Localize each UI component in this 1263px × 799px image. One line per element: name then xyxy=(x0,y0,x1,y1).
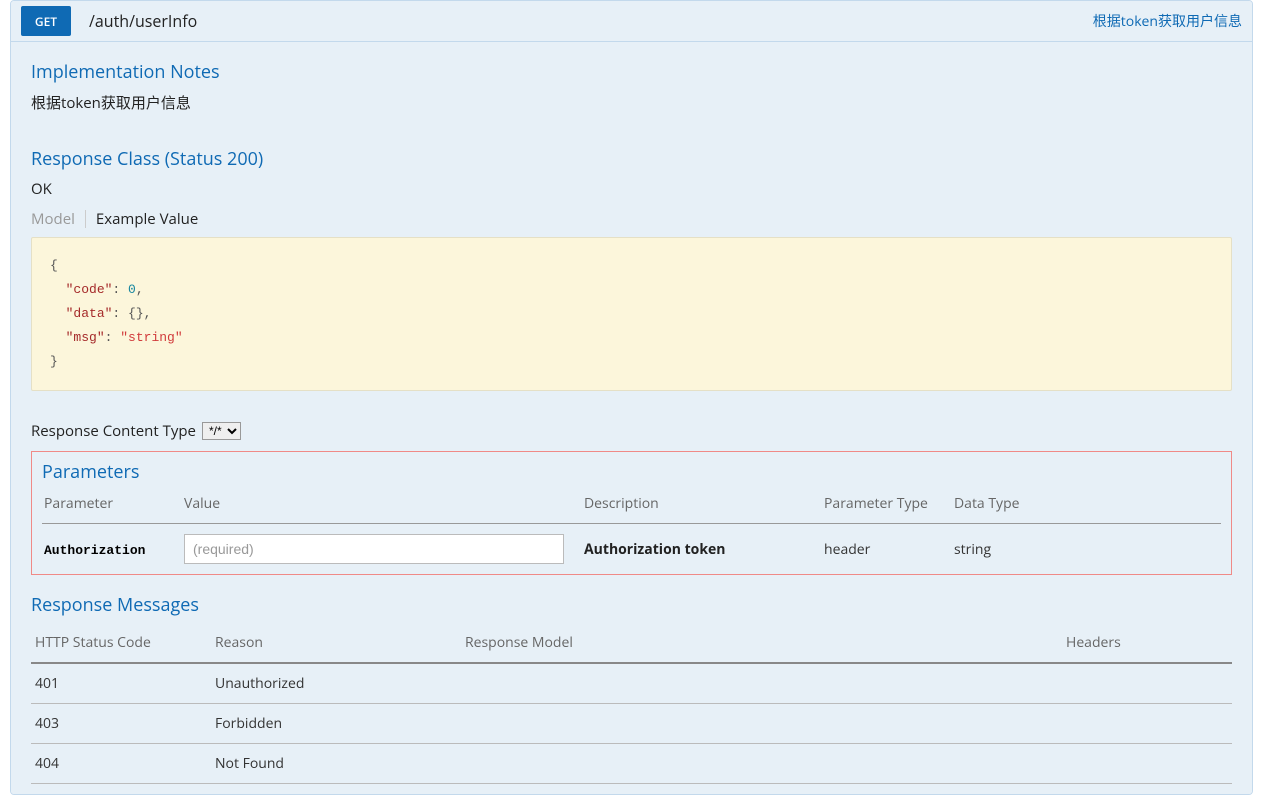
tab-example-value[interactable]: Example Value xyxy=(96,209,198,229)
param-value-input[interactable] xyxy=(184,534,564,564)
response-reason: Unauthorized xyxy=(211,663,461,704)
response-content-type-label: Response Content Type xyxy=(31,421,196,441)
implementation-notes-heading: Implementation Notes xyxy=(31,60,1232,84)
json-key-code: "code" xyxy=(66,282,113,297)
parameters-box: Parameters Parameter Value Description P… xyxy=(31,451,1232,575)
endpoint-path[interactable]: /auth/userInfo xyxy=(89,10,197,32)
response-model xyxy=(461,704,1062,744)
json-key-data: "data" xyxy=(66,306,113,321)
operation-panel: GET /auth/userInfo 根据token获取用户信息 Impleme… xyxy=(10,0,1253,795)
response-class-status: OK xyxy=(31,179,1232,199)
operation-body: Implementation Notes 根据token获取用户信息 Respo… xyxy=(11,42,1252,794)
parameter-row: Authorization Authorization token header… xyxy=(42,524,1221,565)
response-row: 403 Forbidden xyxy=(31,704,1232,744)
param-type: header xyxy=(824,540,870,559)
example-json-block[interactable]: { "code": 0, "data": {}, "msg": "string"… xyxy=(31,237,1232,391)
th-response-model: Response Model xyxy=(461,625,1062,663)
response-headers xyxy=(1062,744,1232,784)
implementation-notes-text: 根据token获取用户信息 xyxy=(31,92,1232,113)
json-val-data: {} xyxy=(128,306,144,321)
response-headers xyxy=(1062,663,1232,704)
json-val-code: 0 xyxy=(128,282,136,297)
parameters-heading: Parameters xyxy=(42,460,1221,484)
th-headers: Headers xyxy=(1062,625,1232,663)
json-key-msg: "msg" xyxy=(66,330,105,345)
response-code: 404 xyxy=(31,744,211,784)
response-code: 401 xyxy=(31,663,211,704)
tab-model[interactable]: Model xyxy=(31,209,75,229)
th-reason: Reason xyxy=(211,625,461,663)
response-reason: Not Found xyxy=(211,744,461,784)
http-method-badge: GET xyxy=(21,6,71,36)
th-http-status-code: HTTP Status Code xyxy=(31,625,211,663)
response-class-heading: Response Class (Status 200) xyxy=(31,147,1232,171)
th-description: Description xyxy=(582,490,822,524)
response-row: 401 Unauthorized xyxy=(31,663,1232,704)
response-model xyxy=(461,663,1062,704)
json-val-msg: "string" xyxy=(120,330,182,345)
response-headers xyxy=(1062,704,1232,744)
response-model xyxy=(461,744,1062,784)
param-name: Authorization xyxy=(44,543,145,558)
param-description: Authorization token xyxy=(584,540,725,559)
parameters-table: Parameter Value Description Parameter Ty… xyxy=(42,490,1221,564)
response-code: 403 xyxy=(31,704,211,744)
response-tabs: Model Example Value xyxy=(31,209,1232,229)
response-messages-heading: Response Messages xyxy=(31,593,1232,617)
th-data-type: Data Type xyxy=(952,490,1221,524)
response-messages-header-row: HTTP Status Code Reason Response Model H… xyxy=(31,625,1232,663)
response-content-type-select[interactable]: */* xyxy=(202,422,241,440)
endpoint-summary[interactable]: 根据token获取用户信息 xyxy=(1093,11,1242,31)
operation-header[interactable]: GET /auth/userInfo 根据token获取用户信息 xyxy=(11,1,1252,42)
tab-separator xyxy=(85,210,86,228)
response-content-type-row: Response Content Type */* xyxy=(31,421,1232,441)
response-reason: Forbidden xyxy=(211,704,461,744)
th-value: Value xyxy=(182,490,582,524)
response-row: 404 Not Found xyxy=(31,744,1232,784)
response-messages-table: HTTP Status Code Reason Response Model H… xyxy=(31,625,1232,784)
th-parameter-type: Parameter Type xyxy=(822,490,952,524)
param-data-type: string xyxy=(954,540,991,559)
th-parameter: Parameter xyxy=(42,490,182,524)
parameters-header-row: Parameter Value Description Parameter Ty… xyxy=(42,490,1221,524)
